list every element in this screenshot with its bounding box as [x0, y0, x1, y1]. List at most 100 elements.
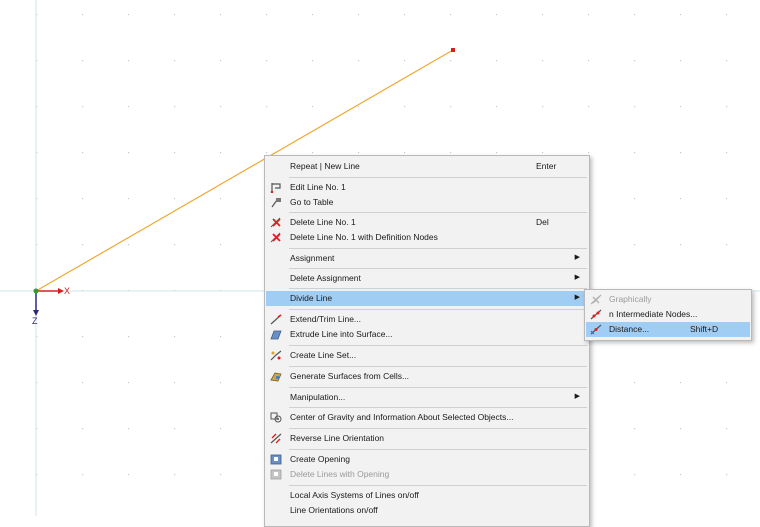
menu-item-label: Delete Assignment [290, 273, 361, 283]
grid-dot [726, 198, 728, 200]
menu-item-center-of-gravity[interactable]: Center of Gravity and Information About … [266, 410, 588, 425]
grid-dot [542, 106, 544, 108]
create-opening-icon [270, 454, 282, 465]
grid-dot [726, 60, 728, 62]
divide-line-submenu: Graphically n Intermediate Nodes... Dist… [584, 289, 752, 341]
menu-separator [289, 345, 587, 346]
grid-dot [726, 474, 728, 476]
grid-dot [82, 474, 84, 476]
menu-item-label: Manipulation... [290, 392, 346, 402]
grid-dot [220, 428, 222, 430]
intermediate-nodes-icon [590, 309, 602, 320]
grid-dot [634, 382, 636, 384]
grid-dot [404, 14, 406, 16]
menu-item-label: Extend/Trim Line... [290, 314, 362, 324]
grid-dot [128, 474, 130, 476]
grid-dot [496, 14, 498, 16]
menu-item-label: Line Orientations on/off [290, 505, 378, 515]
menu-item-extrude-line[interactable]: Extrude Line into Surface... [266, 327, 588, 342]
grid-dot [680, 60, 682, 62]
menu-item-label: Edit Line No. 1 [290, 182, 346, 192]
menu-item-label: Generate Surfaces from Cells... [290, 371, 410, 381]
grid-dot [128, 244, 130, 246]
grid-dot [82, 428, 84, 430]
menu-item-label: Graphically [609, 294, 652, 304]
grid-dot [404, 106, 406, 108]
grid-dot [174, 428, 176, 430]
grid-dot [726, 14, 728, 16]
grid-dot [128, 14, 130, 16]
end-node[interactable] [451, 48, 455, 52]
menu-item-shortcut: Del [536, 217, 549, 227]
grid-dot [496, 152, 498, 154]
grid-dot [634, 106, 636, 108]
grid-dot [174, 60, 176, 62]
menu-item-repeat-new-line[interactable]: Repeat | New Line Enter [266, 159, 588, 174]
menu-item-create-opening[interactable]: Create Opening [266, 452, 588, 467]
menu-item-shortcut: Enter [536, 161, 557, 171]
submenu-item-distance[interactable]: Distance... Shift+D [586, 322, 750, 337]
origin-node[interactable] [33, 288, 39, 294]
menu-item-delete-line-with-nodes[interactable]: Delete Line No. 1 with Definition Nodes [266, 230, 588, 245]
grid-dot [450, 60, 452, 62]
grid-dot [128, 336, 130, 338]
grid-dot [312, 106, 314, 108]
menu-item-manipulation[interactable]: Manipulation... ▶ [266, 390, 588, 405]
submenu-arrow-icon: ▶ [574, 393, 580, 400]
grid-dot [82, 382, 84, 384]
grid-dot [542, 152, 544, 154]
menu-separator [289, 387, 587, 388]
menu-item-delete-line[interactable]: Delete Line No. 1 Del [266, 215, 588, 230]
distance-icon [590, 324, 602, 335]
grid-dot [266, 60, 268, 62]
grid-dot [726, 152, 728, 154]
menu-separator [289, 407, 587, 408]
menu-item-divide-line[interactable]: Divide Line ▶ [266, 291, 588, 306]
grid-dot [680, 382, 682, 384]
context-menu: Repeat | New Line Enter Edit Line No. 1 … [264, 155, 590, 527]
grid-dot [680, 474, 682, 476]
menu-item-create-line-set[interactable]: Create Line Set... [266, 348, 588, 363]
grid-dot [266, 106, 268, 108]
grid-dot [542, 60, 544, 62]
grid-dot [220, 152, 222, 154]
menu-item-generate-surfaces[interactable]: Generate Surfaces from Cells... [266, 369, 588, 384]
menu-separator [289, 449, 587, 450]
grid-dot [174, 152, 176, 154]
grid-dot [82, 14, 84, 16]
grid-dot [82, 60, 84, 62]
grid-dot [680, 198, 682, 200]
grid-dot [588, 60, 590, 62]
grid-dot [358, 106, 360, 108]
menu-item-label: Local Axis Systems of Lines on/off [290, 490, 419, 500]
menu-item-assignment[interactable]: Assignment ▶ [266, 251, 588, 266]
menu-item-label: Extrude Line into Surface... [290, 329, 393, 339]
grid-dot [404, 152, 406, 154]
grid-dot [220, 244, 222, 246]
menu-item-delete-assignment[interactable]: Delete Assignment ▶ [266, 271, 588, 286]
menu-item-local-axis-systems[interactable]: Local Axis Systems of Lines on/off [266, 488, 588, 503]
grid-dot [680, 14, 682, 16]
menu-item-edit-line[interactable]: Edit Line No. 1 [266, 180, 588, 195]
grid-dot [358, 60, 360, 62]
menu-item-delete-lines-with-opening[interactable]: Delete Lines with Opening [266, 467, 588, 482]
reverse-orientation-icon [270, 433, 282, 444]
grid-dot [634, 198, 636, 200]
grid-dot [82, 336, 84, 338]
grid-dot [82, 152, 84, 154]
grid-dot [450, 152, 452, 154]
submenu-item-intermediate-nodes[interactable]: n Intermediate Nodes... [586, 307, 750, 322]
menu-item-reverse-orientation[interactable]: Reverse Line Orientation [266, 431, 588, 446]
menu-item-go-to-table[interactable]: Go to Table [266, 195, 588, 210]
grid-dot [726, 244, 728, 246]
grid-dot [358, 14, 360, 16]
submenu-item-graphically[interactable]: Graphically [586, 292, 750, 307]
delete-icon [270, 217, 282, 228]
grid-dot [496, 106, 498, 108]
menu-item-extend-trim-line[interactable]: Extend/Trim Line... [266, 312, 588, 327]
menu-item-label: Delete Lines with Opening [290, 469, 390, 479]
grid-dot [82, 198, 84, 200]
grid-dot [450, 14, 452, 16]
grid-dot [82, 106, 84, 108]
menu-item-label: Divide Line [290, 293, 333, 303]
